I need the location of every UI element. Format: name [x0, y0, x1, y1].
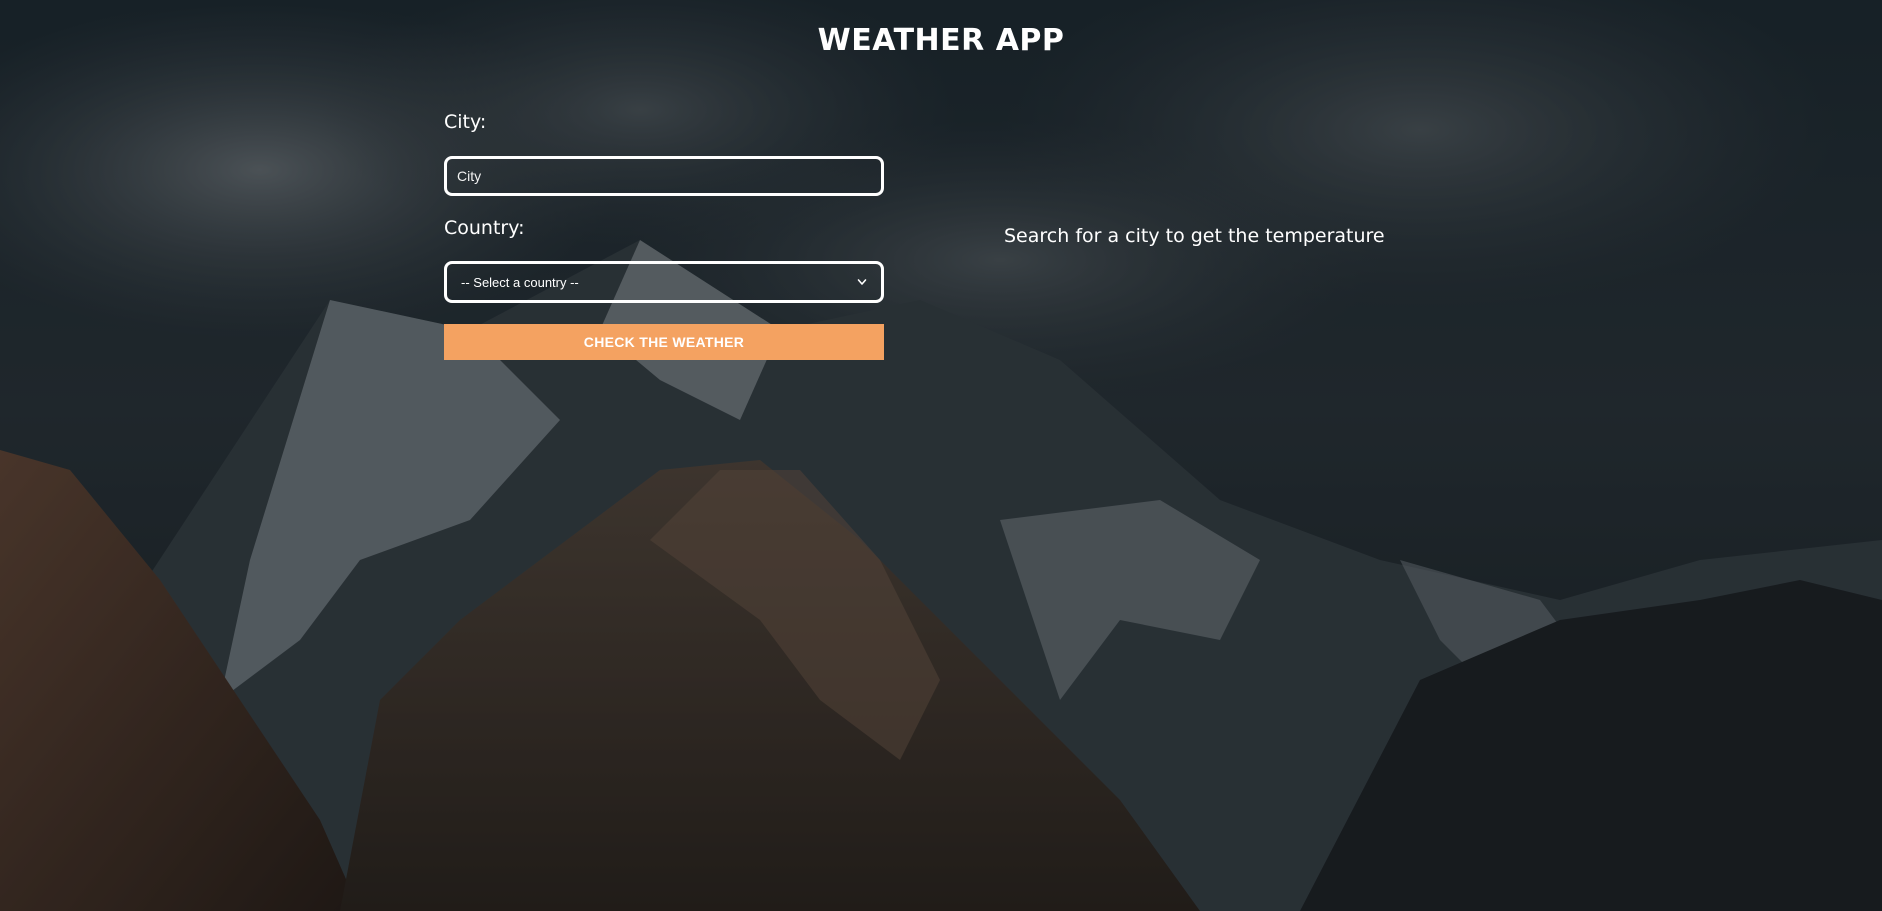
city-label: City: — [444, 111, 487, 133]
country-select[interactable]: -- Select a country -- — [444, 261, 884, 303]
city-input[interactable] — [444, 156, 884, 196]
app-title: WEATHER APP — [817, 23, 1065, 58]
weather-app: WEATHER APP City: Country: -- Select a c… — [0, 0, 1882, 911]
chevron-down-icon — [857, 279, 867, 285]
check-weather-button[interactable]: CHECK THE WEATHER — [444, 324, 884, 360]
country-select-value: -- Select a country -- — [461, 274, 579, 290]
result-message: Search for a city to get the temperature — [1004, 225, 1385, 247]
country-label: Country: — [444, 217, 525, 239]
